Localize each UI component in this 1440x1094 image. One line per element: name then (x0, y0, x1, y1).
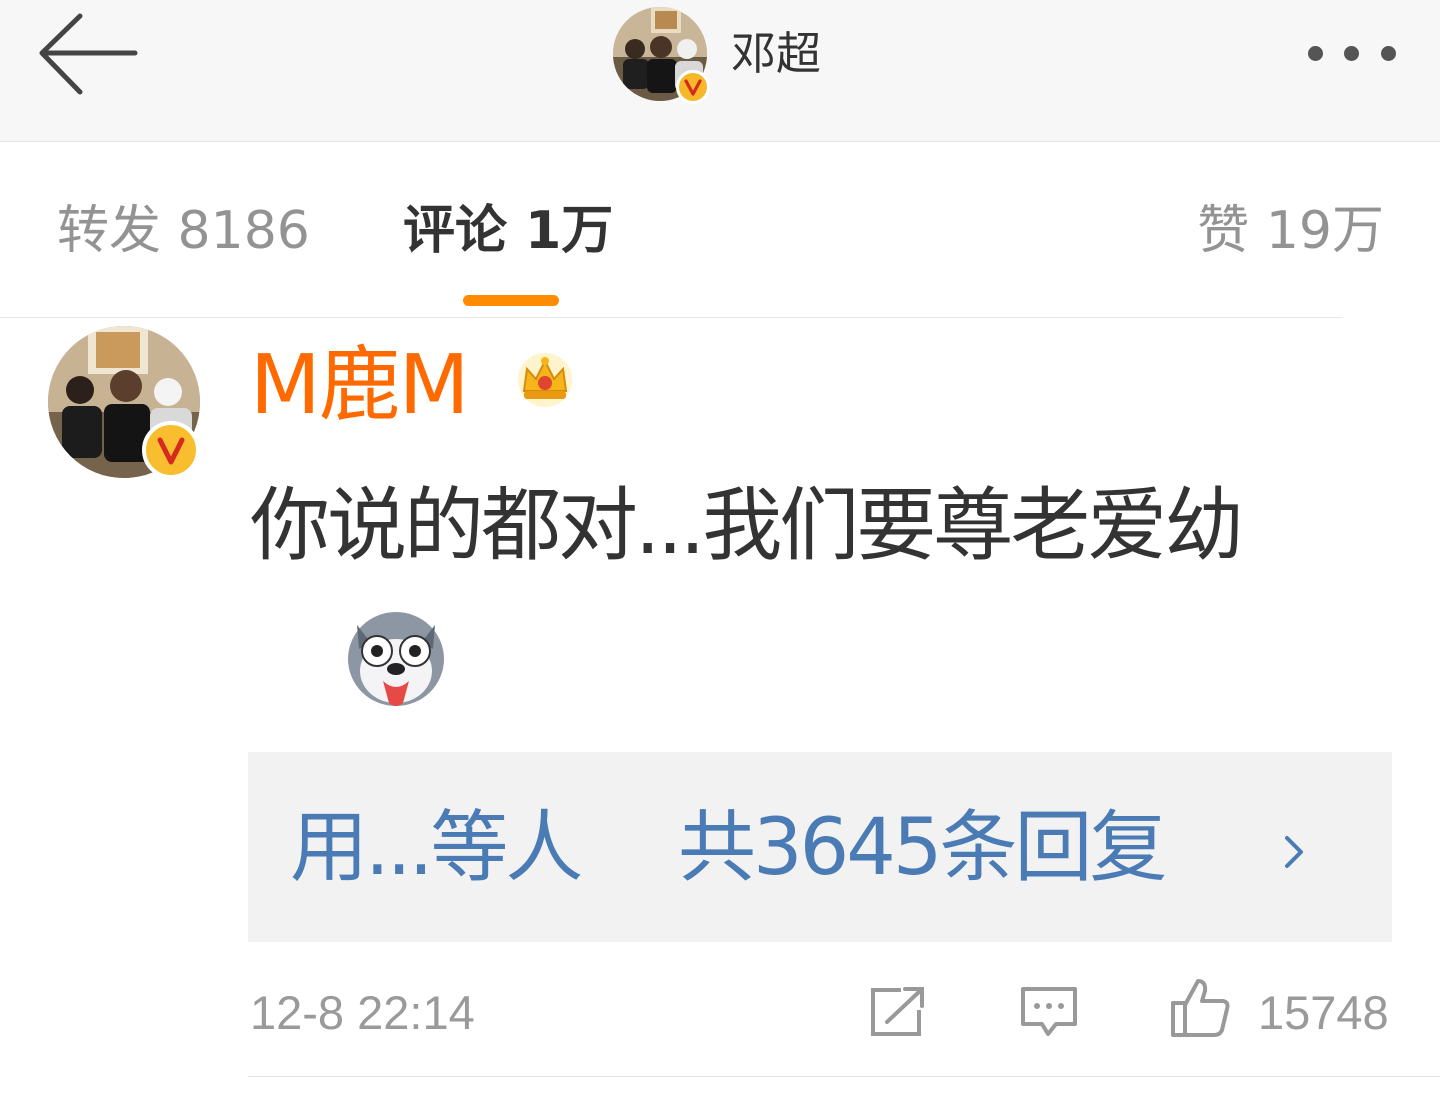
replies-summary[interactable]: 用...等人 共3645条回复 (248, 752, 1392, 942)
reply-count-link[interactable]: 共3645条回复 (678, 798, 1168, 898)
reply-user-name: 用...等人 (290, 803, 583, 893)
comment-time: 12-8 22:14 (250, 986, 475, 1039)
comment-username[interactable]: M鹿M (250, 336, 469, 436)
chevron-right-icon (1285, 836, 1303, 868)
top-navigation-bar: 邓超 (0, 0, 1440, 142)
tab-count: 19万 (1265, 201, 1384, 261)
back-button[interactable] (30, 8, 150, 108)
divider (0, 317, 1343, 318)
reply-button[interactable] (1018, 984, 1080, 1038)
reply-users: 用...等人 (290, 798, 583, 898)
comment-icon (1021, 987, 1077, 1036)
divider (248, 1076, 1440, 1077)
verified-badge-icon (676, 70, 710, 104)
page-title: 邓超 (731, 27, 822, 80)
husky-emoji-icon (348, 612, 444, 706)
active-tab-indicator (463, 295, 559, 306)
tab-count: 1万 (525, 201, 614, 261)
more-options-button[interactable] (1296, 36, 1408, 72)
share-icon (871, 987, 924, 1036)
tab-bar: 转发 8186 评论 1万 赞 19万 (0, 142, 1440, 318)
thumbs-up-icon (1171, 979, 1230, 1037)
comment-text: 你说的都对...我们要尊老爱幼 (250, 479, 1244, 572)
tab-label: 评论 (403, 201, 508, 261)
tab-comments[interactable]: 评论 1万 (403, 196, 613, 266)
forward-button[interactable] (865, 984, 929, 1038)
arrow-left-icon (39, 13, 138, 95)
like-count: 15748 (1258, 986, 1389, 1039)
like-button[interactable] (1168, 975, 1232, 1039)
tab-label: 赞 (1197, 201, 1250, 261)
tab-likes[interactable]: 赞 19万 (1197, 196, 1384, 266)
tab-label: 转发 (57, 201, 162, 261)
crown-icon (518, 353, 572, 407)
tab-reposts[interactable]: 转发 8186 (57, 196, 310, 266)
tab-count: 8186 (177, 201, 310, 261)
verified-badge-icon (142, 421, 200, 479)
